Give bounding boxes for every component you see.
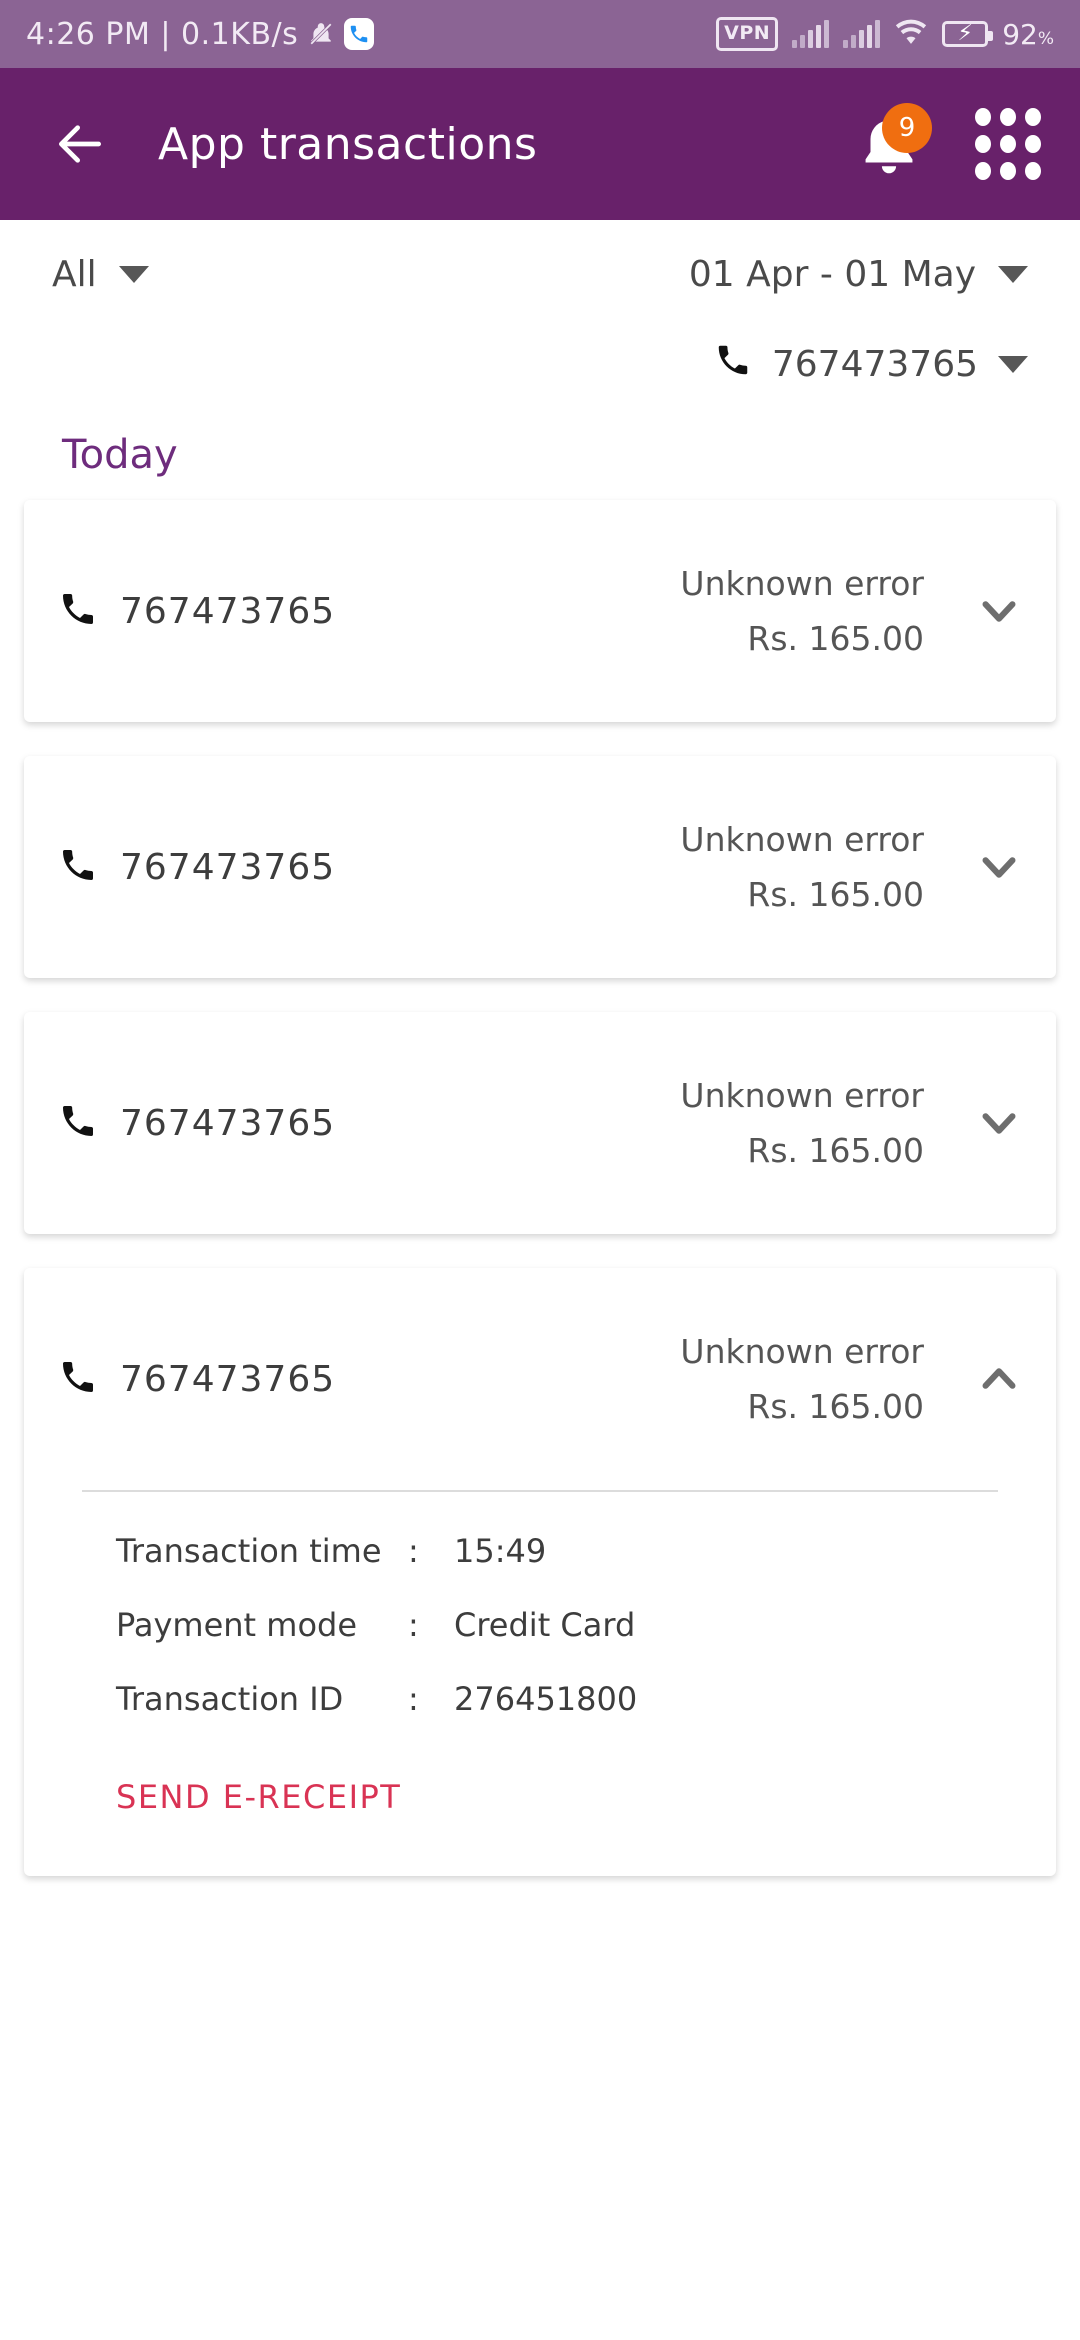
battery-charging-icon: ⚡ bbox=[942, 21, 994, 47]
transaction-phone: 767473765 bbox=[58, 1101, 680, 1145]
phone-icon bbox=[58, 589, 98, 633]
transaction-details: Transaction time : 15:49 Payment mode : … bbox=[58, 1492, 1022, 1876]
transaction-card-header[interactable]: 767473765 Unknown error Rs. 165.00 bbox=[58, 500, 1022, 722]
filter-row-secondary: 767473765 bbox=[52, 341, 1028, 388]
transaction-card[interactable]: 767473765 Unknown error Rs. 165.00 bbox=[24, 1012, 1056, 1234]
detail-row: Payment mode : Credit Card bbox=[116, 1606, 1022, 1644]
transaction-status: Unknown error bbox=[680, 820, 924, 859]
type-filter-label: All bbox=[52, 254, 97, 295]
phone-filter-label: 767473765 bbox=[771, 344, 978, 385]
transaction-summary: Unknown error Rs. 165.00 bbox=[680, 564, 924, 658]
caret-down-icon bbox=[118, 266, 149, 283]
caret-down-icon bbox=[998, 266, 1028, 283]
vpn-icon: VPN bbox=[716, 17, 779, 51]
chevron-down-icon[interactable] bbox=[976, 588, 1022, 634]
signal-bars-icon-2 bbox=[843, 20, 881, 48]
notification-bell-icon[interactable]: 9 bbox=[852, 103, 932, 181]
transaction-phone-label: 767473765 bbox=[120, 590, 336, 632]
transaction-amount: Rs. 165.00 bbox=[747, 1387, 924, 1426]
chevron-up-icon[interactable] bbox=[976, 1356, 1022, 1402]
transaction-summary: Unknown error Rs. 165.00 bbox=[680, 1332, 924, 1426]
phone-icon bbox=[714, 341, 752, 388]
transaction-summary: Unknown error Rs. 165.00 bbox=[680, 1076, 924, 1170]
app-bar: App transactions 9 bbox=[0, 68, 1080, 220]
transaction-phone: 767473765 bbox=[58, 845, 680, 889]
phone-call-icon bbox=[344, 18, 375, 50]
transaction-amount: Rs. 165.00 bbox=[747, 1131, 924, 1170]
type-filter-dropdown[interactable]: All bbox=[52, 254, 149, 295]
status-bar-left: 4:26 PM | 0.1KB/s bbox=[26, 17, 716, 52]
wifi-icon bbox=[894, 18, 928, 50]
filter-section: All 01 Apr - 01 May 767473765 bbox=[0, 220, 1080, 388]
transaction-amount: Rs. 165.00 bbox=[747, 619, 924, 658]
transaction-card[interactable]: 767473765 Unknown error Rs. 165.00 bbox=[24, 500, 1056, 722]
battery-percent-label: 92% bbox=[1002, 17, 1054, 51]
status-clock-and-network: 4:26 PM | 0.1KB/s bbox=[26, 16, 299, 52]
transaction-card[interactable]: 767473765 Unknown error Rs. 165.00 bbox=[24, 756, 1056, 978]
status-bar-right: VPN ⚡ 92% bbox=[716, 17, 1054, 51]
detail-value: Credit Card bbox=[454, 1606, 636, 1644]
phone-icon bbox=[58, 1101, 98, 1145]
phone-filter-dropdown[interactable]: 767473765 bbox=[714, 341, 1028, 388]
transaction-phone: 767473765 bbox=[58, 589, 680, 633]
page-title: App transactions bbox=[158, 118, 538, 170]
detail-value: 276451800 bbox=[454, 1680, 638, 1718]
transaction-phone-label: 767473765 bbox=[120, 846, 336, 888]
detail-value: 15:49 bbox=[454, 1532, 547, 1570]
transaction-summary: Unknown error Rs. 165.00 bbox=[680, 820, 924, 914]
detail-label: Payment mode bbox=[116, 1606, 358, 1644]
detail-colon: : bbox=[408, 1532, 419, 1570]
transaction-card-header[interactable]: 767473765 Unknown error Rs. 165.00 bbox=[58, 1012, 1022, 1234]
transaction-card-expanded[interactable]: 767473765 Unknown error Rs. 165.00 Trans… bbox=[24, 1268, 1056, 1876]
date-range-label: 01 Apr - 01 May bbox=[688, 254, 976, 295]
signal-bars-icon bbox=[792, 20, 830, 48]
apps-grid-icon[interactable] bbox=[972, 105, 1044, 183]
caret-down-icon bbox=[998, 356, 1028, 373]
transaction-amount: Rs. 165.00 bbox=[747, 875, 924, 914]
transaction-phone: 767473765 bbox=[58, 1357, 680, 1401]
transaction-card-header[interactable]: 767473765 Unknown error Rs. 165.00 bbox=[58, 756, 1022, 978]
detail-label: Transaction time bbox=[116, 1532, 382, 1570]
detail-colon: : bbox=[408, 1680, 419, 1718]
phone-icon bbox=[58, 845, 98, 889]
back-arrow-icon[interactable] bbox=[52, 116, 108, 172]
detail-row: Transaction ID : 276451800 bbox=[116, 1680, 1022, 1718]
transaction-phone-label: 767473765 bbox=[120, 1358, 336, 1400]
transaction-status: Unknown error bbox=[680, 1076, 924, 1115]
transactions-list: 767473765 Unknown error Rs. 165.00 76747… bbox=[0, 478, 1080, 1876]
filter-row-primary: All 01 Apr - 01 May bbox=[52, 254, 1028, 295]
bell-mute-icon bbox=[308, 19, 334, 49]
detail-label: Transaction ID bbox=[116, 1680, 344, 1718]
detail-colon: : bbox=[408, 1606, 419, 1644]
chevron-down-icon[interactable] bbox=[976, 1100, 1022, 1146]
notification-badge: 9 bbox=[882, 103, 932, 153]
transaction-status: Unknown error bbox=[680, 1332, 924, 1371]
transaction-phone-label: 767473765 bbox=[120, 1102, 336, 1144]
status-bar: 4:26 PM | 0.1KB/s VPN ⚡ 92% bbox=[0, 0, 1080, 68]
section-header-today: Today bbox=[62, 432, 178, 478]
phone-icon bbox=[58, 1357, 98, 1401]
send-e-receipt-button[interactable]: SEND E-RECEIPT bbox=[116, 1754, 1022, 1876]
transaction-status: Unknown error bbox=[680, 564, 924, 603]
date-range-dropdown[interactable]: 01 Apr - 01 May bbox=[689, 254, 1028, 295]
transaction-card-header[interactable]: 767473765 Unknown error Rs. 165.00 bbox=[58, 1268, 1022, 1490]
chevron-down-icon[interactable] bbox=[976, 844, 1022, 890]
detail-row: Transaction time : 15:49 bbox=[116, 1532, 1022, 1570]
